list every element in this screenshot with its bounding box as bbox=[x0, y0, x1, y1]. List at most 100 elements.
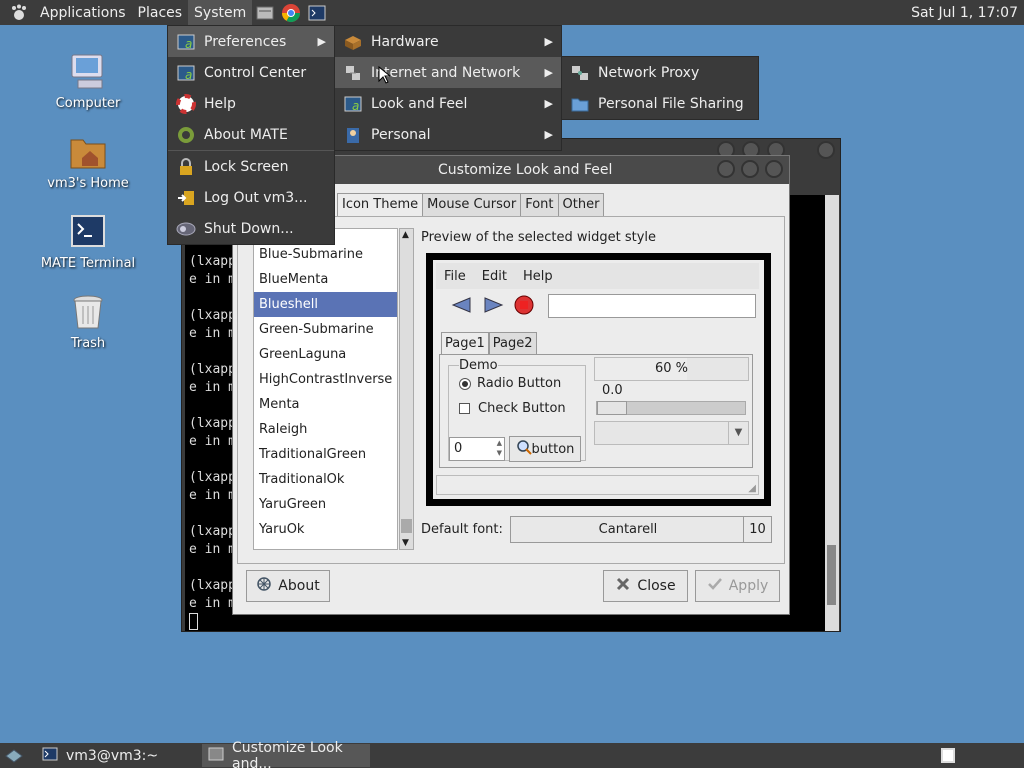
demo-button[interactable]: button bbox=[509, 436, 581, 462]
terminal-extra-button[interactable] bbox=[817, 141, 835, 159]
theme-item[interactable]: TraditionalGreen bbox=[254, 442, 397, 467]
dialog-maximize-button[interactable] bbox=[741, 160, 759, 178]
menu-item-look-and-feel[interactable]: a Look and Feel ▶ bbox=[335, 88, 561, 119]
checkmark-icon bbox=[707, 576, 723, 596]
mate-foot-icon[interactable] bbox=[8, 2, 30, 24]
stop-icon[interactable] bbox=[514, 295, 534, 319]
system-dropdown-menu: a Preferences ▶ a Control Center Help Ab… bbox=[167, 25, 335, 245]
preview-tab-page1[interactable]: Page1 bbox=[441, 332, 489, 354]
appearance-task-icon bbox=[208, 746, 224, 766]
mouse-pointer-icon bbox=[378, 65, 392, 88]
submenu-arrow-icon: ▶ bbox=[544, 35, 553, 48]
demo-check-button[interactable]: Check Button bbox=[459, 401, 566, 416]
terminal-scroll-thumb[interactable] bbox=[827, 545, 836, 605]
menu-item-label: Personal bbox=[371, 126, 431, 143]
taskbar-item-terminal[interactable]: vm3@vm3:~ bbox=[36, 744, 196, 767]
system-menu[interactable]: System bbox=[188, 0, 253, 25]
theme-item[interactable]: TraditionalOk bbox=[254, 467, 397, 492]
desktop-icon-trash[interactable]: Trash bbox=[38, 292, 138, 351]
scroll-down-arrow-icon[interactable]: ▼ bbox=[402, 538, 409, 548]
menu-item-hardware[interactable]: Hardware ▶ bbox=[335, 26, 561, 57]
theme-item-selected[interactable]: Blueshell bbox=[254, 292, 397, 317]
menu-item-log-out[interactable]: Log Out vm3... bbox=[168, 182, 334, 213]
demo-radio-button[interactable]: Radio Button bbox=[459, 376, 561, 391]
scroll-thumb[interactable] bbox=[401, 519, 412, 533]
terminal-line: (lxapp bbox=[189, 254, 236, 269]
about-button[interactable]: About bbox=[246, 570, 330, 602]
menu-item-about-mate[interactable]: About MATE bbox=[168, 119, 334, 150]
demo-spin-button[interactable]: 0 ▲ ▼ bbox=[449, 437, 505, 461]
spin-arrows-icon[interactable]: ▲ ▼ bbox=[497, 438, 502, 458]
default-font-label: Default font: bbox=[421, 522, 503, 537]
taskbar-item-customize-look-and-feel[interactable]: Customize Look and... bbox=[202, 740, 370, 768]
about-button-label: About bbox=[278, 578, 320, 594]
menu-item-personal[interactable]: Personal ▶ bbox=[335, 119, 561, 150]
close-button[interactable]: Close bbox=[603, 570, 688, 602]
about-icon bbox=[256, 576, 272, 596]
desktop-icon-label: Computer bbox=[55, 96, 121, 111]
places-menu[interactable]: Places bbox=[132, 0, 189, 25]
workspace-switcher[interactable] bbox=[941, 748, 955, 763]
menu-item-network-proxy[interactable]: Network Proxy bbox=[562, 57, 758, 88]
clock[interactable]: Sat Jul 1, 17:07 bbox=[911, 0, 1020, 25]
scroll-up-arrow-icon[interactable]: ▲ bbox=[402, 230, 409, 240]
back-arrow-icon[interactable] bbox=[450, 296, 472, 318]
preview-menu-file[interactable]: File bbox=[436, 269, 474, 284]
theme-item[interactable]: GreenLaguna bbox=[254, 342, 397, 367]
theme-item[interactable]: YaruOk bbox=[254, 517, 397, 542]
theme-item[interactable]: Green-Submarine bbox=[254, 317, 397, 342]
menu-item-help[interactable]: Help bbox=[168, 88, 334, 119]
theme-item[interactable]: Raleigh bbox=[254, 417, 397, 442]
tab-font[interactable]: Font bbox=[520, 193, 559, 217]
apply-button[interactable]: Apply bbox=[695, 570, 780, 602]
menu-item-shut-down[interactable]: Shut Down... bbox=[168, 213, 334, 244]
menu-item-preferences[interactable]: a Preferences ▶ bbox=[168, 26, 334, 57]
look-and-feel-icon: a bbox=[343, 94, 363, 114]
preview-menu-help[interactable]: Help bbox=[515, 269, 561, 284]
resize-grip-icon[interactable]: ◢ bbox=[748, 483, 756, 494]
menu-item-internet-and-network[interactable]: Internet and Network ▶ bbox=[335, 57, 561, 88]
tab-other[interactable]: Other bbox=[557, 193, 605, 217]
desktop-icon-home[interactable]: vm3's Home bbox=[38, 132, 138, 191]
preview-tab-page2[interactable]: Page2 bbox=[488, 332, 537, 354]
terminal-launcher-icon[interactable] bbox=[306, 2, 328, 24]
tab-icon-theme[interactable]: Icon Theme bbox=[337, 193, 424, 217]
demo-combo-box[interactable]: ▼ bbox=[594, 421, 749, 445]
preview-menu-edit[interactable]: Edit bbox=[474, 269, 515, 284]
internet-network-submenu: Network Proxy Personal File Sharing bbox=[561, 56, 759, 120]
dialog-close-titlebar-button[interactable] bbox=[765, 160, 783, 178]
dialog-minimize-button[interactable] bbox=[717, 160, 735, 178]
default-font-button[interactable]: Cantarell 10 bbox=[510, 516, 772, 543]
chevron-down-icon[interactable]: ▼ bbox=[728, 422, 748, 444]
power-icon bbox=[176, 219, 196, 239]
applications-menu[interactable]: Applications bbox=[34, 0, 132, 25]
theme-item[interactable]: HighContrastInverse bbox=[254, 367, 397, 392]
terminal-scrollbar[interactable] bbox=[825, 195, 839, 631]
menu-item-control-center[interactable]: a Control Center bbox=[168, 57, 334, 88]
theme-list-scrollbar[interactable]: ▲ ▼ bbox=[399, 228, 414, 550]
progress-text: 60 % bbox=[655, 361, 689, 376]
close-button-label: Close bbox=[637, 578, 676, 594]
theme-item[interactable]: BlueMenta bbox=[254, 267, 397, 292]
desktop-icon-computer[interactable]: Computer bbox=[38, 52, 138, 111]
logout-icon bbox=[176, 188, 196, 208]
theme-list[interactable]: BlackMATE Blue-Submarine BlueMenta Blues… bbox=[253, 228, 398, 550]
scale-knob[interactable] bbox=[597, 401, 627, 415]
preview-entry[interactable] bbox=[548, 294, 756, 318]
tab-mouse-cursor[interactable]: Mouse Cursor bbox=[422, 193, 522, 217]
computer-icon bbox=[68, 52, 108, 92]
theme-item[interactable]: Menta bbox=[254, 392, 397, 417]
home-folder-icon bbox=[68, 132, 108, 172]
forward-arrow-icon[interactable] bbox=[482, 296, 504, 318]
file-manager-launcher-icon[interactable] bbox=[254, 2, 276, 24]
menu-item-personal-file-sharing[interactable]: Personal File Sharing bbox=[562, 88, 758, 119]
show-desktop-icon[interactable] bbox=[4, 746, 24, 768]
terminal-line: e in m bbox=[189, 542, 236, 557]
desktop-icon-terminal[interactable]: MATE Terminal bbox=[38, 212, 138, 271]
chrome-launcher-icon[interactable] bbox=[280, 2, 302, 24]
theme-item[interactable]: Blue-Submarine bbox=[254, 242, 397, 267]
menu-item-lock-screen[interactable]: Lock Screen bbox=[168, 151, 334, 182]
desktop-icon-label: Trash bbox=[70, 336, 106, 351]
theme-item[interactable]: YaruGreen bbox=[254, 492, 397, 517]
demo-scale[interactable] bbox=[596, 401, 746, 415]
